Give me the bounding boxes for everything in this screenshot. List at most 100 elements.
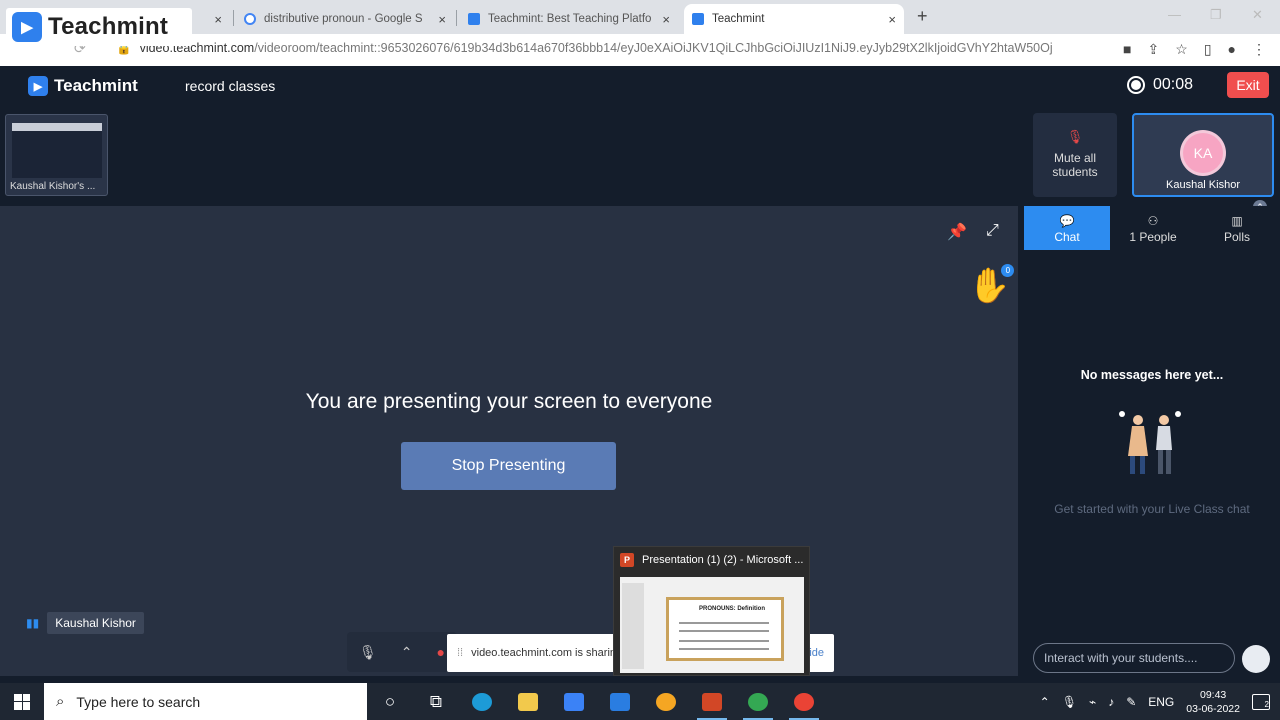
language-indicator[interactable]: ENG [1148,695,1174,709]
mic-muted-icon: 🎙 [1066,129,1084,144]
record-classes-label[interactable]: record classes [185,78,275,94]
speaker-name: Kaushal Kishor [47,612,144,634]
search-icon: ⌕ [56,693,65,710]
brand-name: Teachmint [54,76,138,95]
audio-wave-icon: ▮▮ [26,616,40,630]
store-icon[interactable] [551,683,597,720]
chat-panel: 💬 Chat ⚇ 1 People ▥ Polls No messages he… [1024,206,1280,676]
taskbar-window-preview[interactable]: P Presentation (1) (2) - Microsoft ... P… [613,546,810,676]
thumbnail-bar [12,123,102,131]
tab-people[interactable]: ⚇ 1 People [1110,206,1196,250]
stop-presenting-button[interactable]: Stop Presenting [401,442,616,490]
mail-icon[interactable] [597,683,643,720]
chrome-icon-2[interactable] [781,683,827,720]
tab-separator [456,10,457,26]
mic-icon[interactable]: 🎙 [1062,695,1077,709]
clock-time: 09:43 [1200,688,1227,701]
slide-thumbnail: PRONOUNS: Definition [666,597,784,661]
start-button[interactable] [0,683,44,720]
file-explorer-icon[interactable] [505,683,551,720]
tab-label: Chat [1054,230,1080,244]
preview-title: Presentation (1) (2) - Microsoft ... [642,554,804,566]
tab-close-icon[interactable]: × [662,12,670,27]
task-view-icon[interactable]: ⧉ [413,683,459,720]
avatar: KA [1183,133,1223,173]
system-tray: ⌃ 🎙 ⌁ ♪ ✎ ENG 09:43 03-06-2022 2 [1040,688,1280,716]
teachmint-favicon [468,13,480,25]
chrome-icon[interactable] [735,683,781,720]
notification-icon[interactable]: 2 [1252,693,1270,710]
clock-date: 03-06-2022 [1186,702,1240,715]
people-icon: ⚇ [1147,214,1159,228]
clock[interactable]: 09:43 03-06-2022 [1186,688,1240,716]
tab-close-icon[interactable]: × [888,12,896,27]
slide-line [679,640,769,642]
self-video-tile[interactable]: KA Kaushal Kishor [1132,113,1274,197]
chat-input[interactable]: Interact with your students.... [1033,643,1235,673]
address-bar-icons: ■ ⇪ ☆ ▯ ● ⋮ [1123,41,1266,58]
raise-hand-icon[interactable]: ✋ 0 [968,264,1015,306]
sidebar-icon[interactable]: ▯ [1204,41,1212,58]
volume-icon[interactable]: ♪ [1108,695,1114,709]
edge-icon[interactable] [459,683,505,720]
chrome-canary-icon[interactable] [643,683,689,720]
powerpoint-icon: P [620,553,634,567]
tab-polls[interactable]: ▥ Polls [1194,206,1280,250]
teachmint-logo-overlay: ▶ Teachmint [6,8,192,46]
tab-separator [233,10,234,26]
app-header: ▶ Teachmint record classes 00:08 Exit [0,66,1280,106]
powerpoint-taskbar-icon[interactable] [689,683,735,720]
tab-label: Teachmint: Best Teaching Platfo [488,13,652,25]
tab-google-search[interactable]: distributive pronoun - Google S × [236,4,454,34]
record-dot-icon[interactable]: ● [437,644,445,660]
tab-teachmint-platform[interactable]: Teachmint: Best Teaching Platfo × [460,4,678,34]
minimize-icon[interactable]: — [1168,7,1181,22]
teachmint-favicon [692,13,704,25]
mic-icon[interactable]: 🎙 [359,644,377,661]
mute-all-button[interactable]: 🎙 Mute all students [1033,113,1117,197]
cortana-icon[interactable]: ○ [367,683,413,720]
chevron-up-icon[interactable]: ⌃ [401,644,413,661]
new-tab-button[interactable]: + [917,6,928,27]
teachmint-logo-icon: ▶ [12,12,42,42]
recording-timer: 00:08 [1127,76,1193,94]
thumbnail-screen [12,123,102,178]
slide-panel [622,583,644,669]
camera-icon[interactable]: ■ [1123,41,1131,58]
drag-handle-icon[interactable]: ⁞⁞ [457,647,463,659]
tab-label: Teachmint [712,13,765,25]
tab-close-icon[interactable]: × [438,12,446,27]
send-button[interactable] [1242,645,1270,673]
bookmark-star-icon[interactable]: ☆ [1175,41,1188,58]
presentation-stage: 📌 ⤢ ✋ 0 You are presenting your screen to… [0,206,1018,676]
slide-title: PRONOUNS: Definition [699,606,765,612]
thumbnail-label: Kaushal Kishor's ... [10,181,96,192]
share-icon[interactable]: ⇪ [1148,41,1160,58]
exit-button[interactable]: Exit [1227,72,1269,98]
tab-teachmint-active[interactable]: Teachmint × [684,4,904,34]
screen-share-thumbnail[interactable]: Kaushal Kishor's ... [5,114,108,196]
pin-icon[interactable]: 📌 [947,222,967,242]
maximize-icon[interactable]: ❐ [1210,7,1222,23]
hand-count-badge: 0 [1001,264,1015,277]
profile-icon[interactable]: ● [1228,41,1236,58]
record-icon [1127,76,1145,94]
fullscreen-icon[interactable]: ⤢ [986,222,999,240]
taskbar-search[interactable]: ⌕ Type here to search [44,683,367,720]
tab-label: 1 People [1129,230,1177,244]
preview-thumbnail: PRONOUNS: Definition [620,577,804,673]
windows-logo-icon [14,693,30,710]
brand: ▶ Teachmint [28,76,138,96]
close-window-icon[interactable]: ✕ [1252,7,1263,23]
chevron-up-icon[interactable]: ⌃ [1040,695,1050,709]
presenting-message: You are presenting your screen to everyo… [305,390,713,413]
mute-all-label: Mute all students [1052,151,1098,179]
empty-chat-illustration [1119,411,1181,474]
menu-icon[interactable]: ⋮ [1252,41,1266,58]
pen-icon[interactable]: ✎ [1126,695,1136,709]
url-field[interactable]: 🔒 video.teachmint.com/videoroom/teachmint… [116,41,1076,56]
first-tab-close[interactable]: × [200,4,230,34]
network-icon[interactable]: ⌁ [1089,695,1096,709]
polls-icon: ▥ [1231,214,1243,228]
tab-chat[interactable]: 💬 Chat [1024,206,1110,250]
